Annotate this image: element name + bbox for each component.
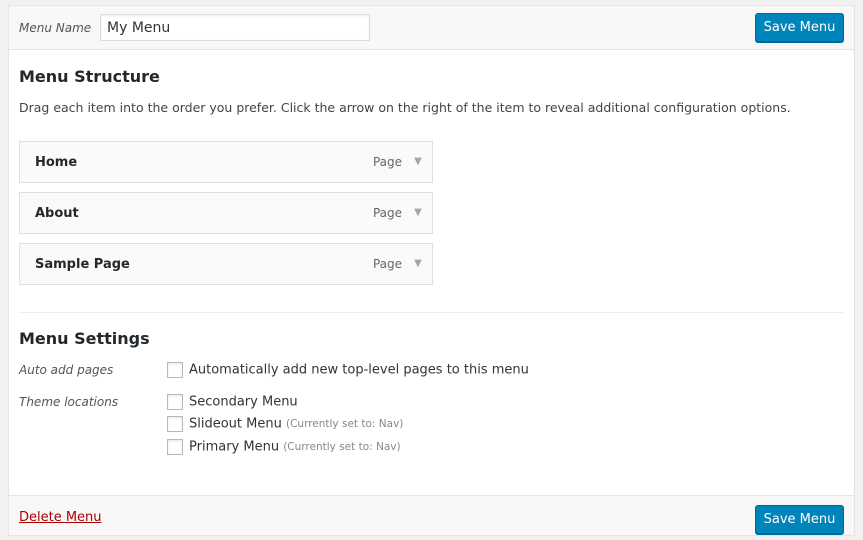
menu-item-sample-page[interactable]: Sample Page Page ▼ <box>19 243 433 285</box>
save-menu-button-top[interactable]: Save Menu <box>755 13 844 42</box>
location-primary-menu[interactable]: Primary Menu (Currently set to: Nav) <box>167 439 401 457</box>
menu-item-title: Home <box>35 155 78 170</box>
slideout-menu-checkbox[interactable] <box>167 416 183 432</box>
triangle-down-icon[interactable]: ▼ <box>410 204 426 222</box>
triangle-down-icon[interactable]: ▼ <box>410 255 426 273</box>
location-name: Primary Menu <box>189 439 280 455</box>
location-name: Slideout Menu <box>189 416 282 432</box>
delete-menu-link[interactable]: Delete Menu <box>19 510 102 525</box>
menu-name-label: Menu Name <box>19 21 92 35</box>
menu-item-title: About <box>35 206 79 221</box>
section-divider <box>19 312 844 313</box>
auto-add-pages-checkbox[interactable] <box>167 362 183 378</box>
location-slideout-menu[interactable]: Slideout Menu (Currently set to: Nav) <box>167 416 403 434</box>
auto-add-pages-option[interactable]: Automatically add new top-level pages to… <box>167 362 529 380</box>
primary-menu-checkbox[interactable] <box>167 439 183 455</box>
menu-item-home[interactable]: Home Page ▼ <box>19 141 433 183</box>
menu-item-about[interactable]: About Page ▼ <box>19 192 433 234</box>
location-note: (Currently set to: Nav) <box>283 441 401 453</box>
menu-header: Menu Name Save Menu <box>9 6 854 50</box>
menu-item-type: Page <box>372 257 402 271</box>
location-name: Secondary Menu <box>189 394 298 410</box>
menu-structure-description: Drag each item into the order you prefer… <box>19 100 791 115</box>
location-note: (Currently set to: Nav) <box>285 418 404 430</box>
menu-structure-title: Menu Structure <box>19 67 160 86</box>
auto-add-pages-text: Automatically add new top-level pages to… <box>189 362 529 378</box>
menu-editor: Menu Name Save Menu Menu Structure Drag … <box>8 5 855 536</box>
location-secondary-menu[interactable]: Secondary Menu <box>167 394 298 412</box>
menu-item-title: Sample Page <box>35 257 130 272</box>
menu-name-input[interactable] <box>100 14 370 41</box>
menu-footer <box>9 495 854 535</box>
save-menu-button-bottom[interactable]: Save Menu <box>755 505 844 534</box>
triangle-down-icon[interactable]: ▼ <box>410 153 426 171</box>
secondary-menu-checkbox[interactable] <box>167 394 183 410</box>
theme-locations-label: Theme locations <box>19 395 119 409</box>
auto-add-pages-label: Auto add pages <box>19 363 114 377</box>
menu-settings-title: Menu Settings <box>19 329 150 348</box>
menu-item-type: Page <box>372 155 402 169</box>
menu-item-type: Page <box>372 206 402 220</box>
